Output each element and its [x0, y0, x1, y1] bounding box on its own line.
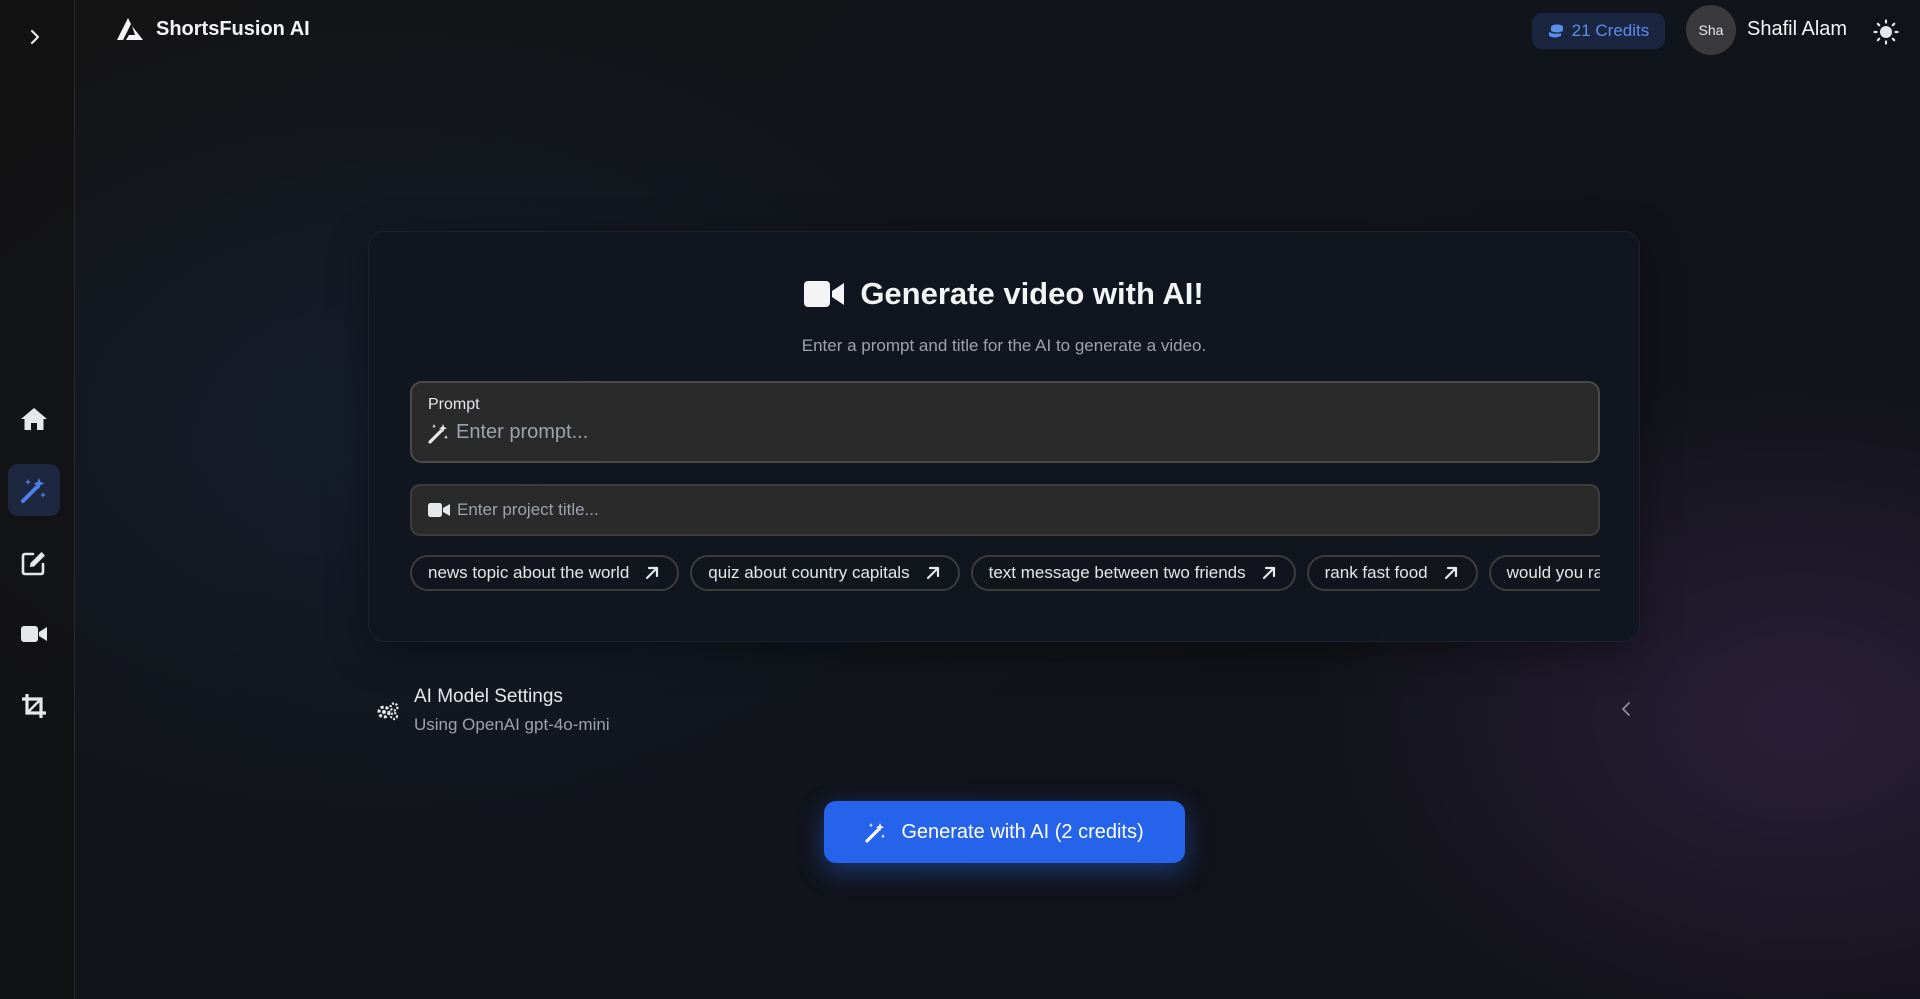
arrow-up-right-icon	[1262, 566, 1275, 580]
avatar[interactable]: Sha	[1686, 5, 1736, 55]
crop-icon	[22, 694, 46, 718]
prompt-input[interactable]	[456, 421, 1556, 444]
sidebar-item-crop[interactable]	[8, 680, 60, 732]
sun-icon	[1873, 19, 1899, 45]
logo-icon	[117, 18, 143, 40]
page-title: Generate video with AI!	[860, 276, 1204, 311]
generate-card: Generate video with AI! Enter a prompt a…	[368, 231, 1640, 642]
prompt-field[interactable]: Prompt	[410, 381, 1600, 463]
user-name[interactable]: Shafil Alam	[1747, 18, 1847, 41]
video-camera-icon	[428, 503, 450, 517]
chevron-left-icon	[1622, 702, 1630, 716]
sidebar	[0, 0, 75, 999]
magic-wand-icon	[428, 423, 448, 444]
suggestion-chip[interactable]: quiz about country capitals	[690, 555, 960, 591]
sidebar-item-videos[interactable]	[8, 608, 60, 660]
edit-icon	[21, 552, 45, 576]
home-icon	[21, 408, 47, 430]
sidebar-item-ai-generate[interactable]	[8, 464, 60, 516]
sidebar-item-home[interactable]	[8, 393, 60, 445]
generate-button-label: Generate with AI (2 credits)	[901, 820, 1144, 843]
suggestion-chip[interactable]: would you rather	[1488, 555, 1600, 591]
suggestion-chip[interactable]: rank fast food	[1306, 555, 1478, 591]
settings-subtitle: Using OpenAI gpt-4o-mini	[414, 715, 610, 734]
generate-button[interactable]: Generate with AI (2 credits)	[824, 801, 1185, 863]
video-camera-icon	[804, 281, 845, 307]
prompt-label: Prompt	[428, 396, 480, 413]
credits-label: 21 Credits	[1571, 21, 1650, 40]
theme-toggle-button[interactable]	[1871, 17, 1901, 47]
magic-wand-icon	[865, 823, 886, 843]
app-name: ShortsFusion AI	[156, 17, 310, 40]
magic-wand-icon	[21, 478, 46, 503]
project-title-field[interactable]	[410, 484, 1600, 536]
card-title: Generate video with AI!	[369, 276, 1639, 312]
arrow-up-right-icon	[1444, 566, 1457, 580]
suggestion-chips: news topic about the world quiz about co…	[410, 555, 1600, 593]
video-camera-icon	[21, 626, 47, 642]
coins-icon	[1548, 24, 1563, 38]
expand-sidebar-button[interactable]	[20, 22, 50, 52]
arrow-up-right-icon	[646, 566, 659, 580]
sidebar-item-editor[interactable]	[8, 537, 60, 589]
arrow-up-right-icon	[926, 566, 939, 580]
settings-title: AI Model Settings	[414, 686, 563, 707]
chevron-right-icon	[30, 29, 40, 45]
suggestion-chip[interactable]: text message between two friends	[970, 555, 1296, 591]
gears-icon	[377, 702, 399, 721]
suggestion-label: quiz about country capitals	[708, 563, 910, 582]
suggestion-label: rank fast food	[1324, 563, 1428, 582]
brand[interactable]: ShortsFusion AI	[116, 17, 310, 41]
suggestion-label: would you rather	[1506, 563, 1600, 582]
suggestion-label: text message between two friends	[988, 563, 1246, 582]
credits-badge[interactable]: 21 Credits	[1532, 13, 1665, 49]
suggestion-label: news topic about the world	[428, 563, 630, 582]
suggestion-chip[interactable]: news topic about the world	[410, 555, 680, 591]
project-title-input[interactable]	[457, 500, 1577, 520]
page-subtitle: Enter a prompt and title for the AI to g…	[801, 336, 1207, 355]
ai-model-settings-toggle[interactable]: AI Model Settings Using OpenAI gpt-4o-mi…	[368, 676, 1640, 746]
